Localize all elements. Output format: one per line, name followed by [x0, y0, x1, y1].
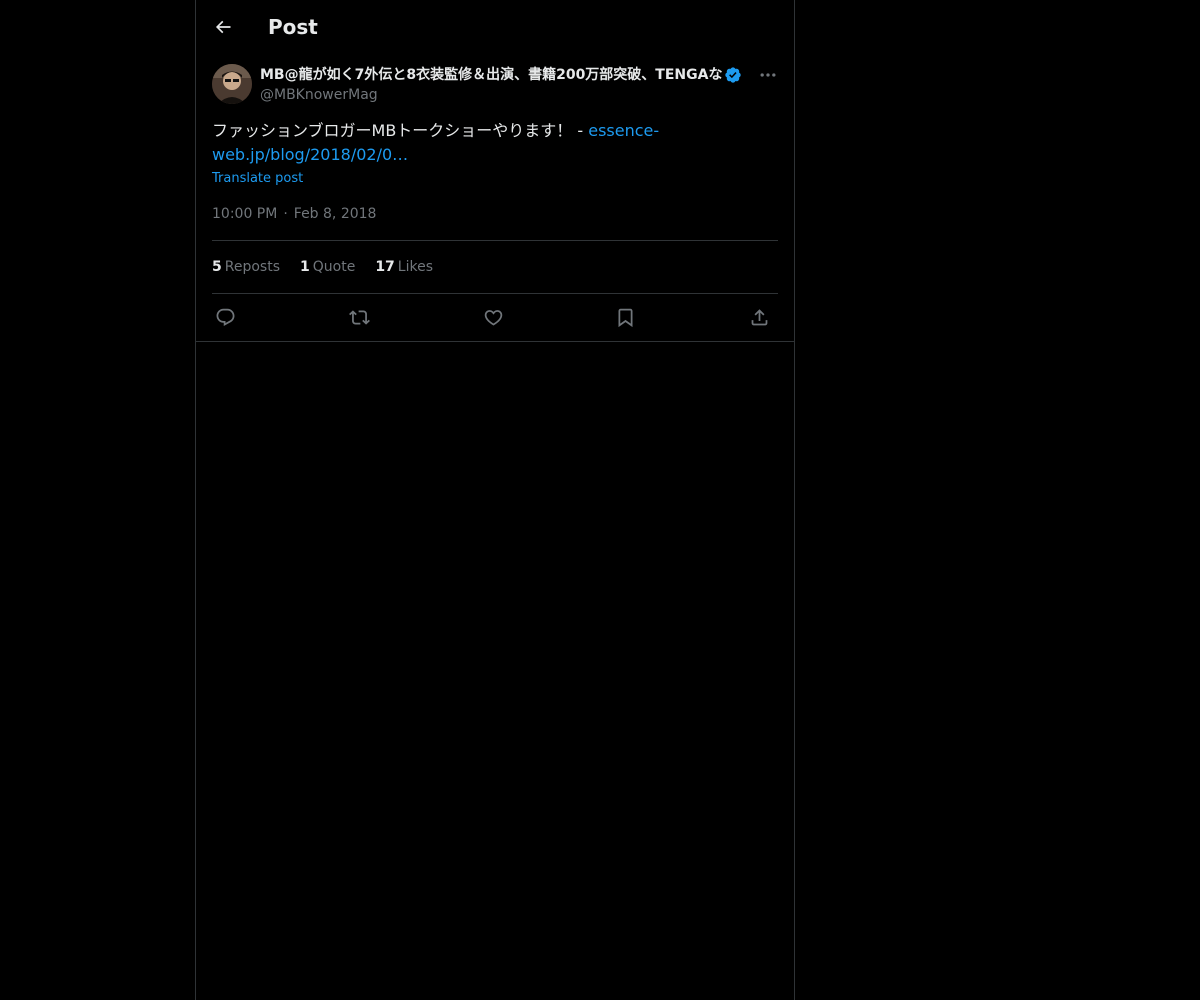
- likes-stat[interactable]: 17 Likes: [375, 257, 433, 277]
- divider-top: [212, 240, 778, 241]
- divider-bottom: [212, 293, 778, 294]
- bookmark-button[interactable]: [612, 304, 638, 330]
- quotes-stat[interactable]: 1 Quote: [300, 257, 355, 277]
- reply-button[interactable]: [212, 304, 238, 330]
- avatar-image: [212, 64, 252, 104]
- repost-button[interactable]: [346, 304, 372, 330]
- post-link-line2: web.jp/blog/2018/02/0…: [212, 145, 409, 164]
- post-date[interactable]: Feb 8, 2018: [294, 204, 377, 224]
- likes-count: 17: [375, 259, 395, 275]
- post-body: ファッションブロガーMBトークショーやります！ -: [212, 121, 589, 140]
- like-button[interactable]: [480, 304, 506, 330]
- quotes-count: 1: [300, 259, 310, 275]
- heart-icon: [484, 309, 502, 326]
- reposts-count: 5: [212, 259, 222, 275]
- avatar[interactable]: [212, 64, 252, 104]
- share-icon: [751, 308, 767, 325]
- back-button[interactable]: [208, 12, 238, 42]
- author-name[interactable]: MB@龍が如く7外伝と8衣装監修＆出演、書籍200万部突破、TENGAな: [260, 64, 722, 86]
- arrow-left-icon: [215, 20, 231, 34]
- post-link-line1: essence-: [588, 121, 660, 140]
- top-bar: Post: [196, 0, 794, 53]
- likes-label: Likes: [397, 259, 434, 275]
- share-button[interactable]: [746, 304, 772, 330]
- quotes-label: Quote: [312, 259, 356, 275]
- meta-separator: ·: [283, 206, 288, 222]
- translate-post-link[interactable]: Translate post: [212, 170, 303, 188]
- post-text: ファッションブロガーMBトークショーやります！ - essence-web.jp…: [212, 119, 692, 167]
- post-time[interactable]: 10:00 PM: [212, 204, 277, 224]
- reposts-stat[interactable]: 5 Reposts: [212, 257, 280, 277]
- post-bottom-border: [196, 341, 794, 342]
- action-bar: [212, 304, 778, 330]
- post-meta: 10:00 PM · Feb 8, 2018: [212, 204, 376, 224]
- reposts-label: Reposts: [224, 259, 280, 275]
- repost-icon: [348, 309, 370, 325]
- page-title: Post: [268, 15, 318, 39]
- main-column: Post MB@龍が如く7外伝と8衣装監修＆出演、書籍200万部突破、TENGA…: [195, 0, 795, 1000]
- reply-icon: [216, 308, 234, 326]
- author-handle[interactable]: @MBKnowerMag: [260, 85, 378, 105]
- post-stats: 5 Reposts 1 Quote 17 Likes: [212, 257, 453, 277]
- more-options-button[interactable]: [758, 65, 778, 85]
- author-name-row: MB@龍が如く7外伝と8衣装監修＆出演、書籍200万部突破、TENGAな: [260, 64, 760, 86]
- bookmark-icon: [618, 308, 632, 327]
- more-horizontal-icon: [760, 73, 776, 77]
- verified-badge-icon: [725, 67, 742, 83]
